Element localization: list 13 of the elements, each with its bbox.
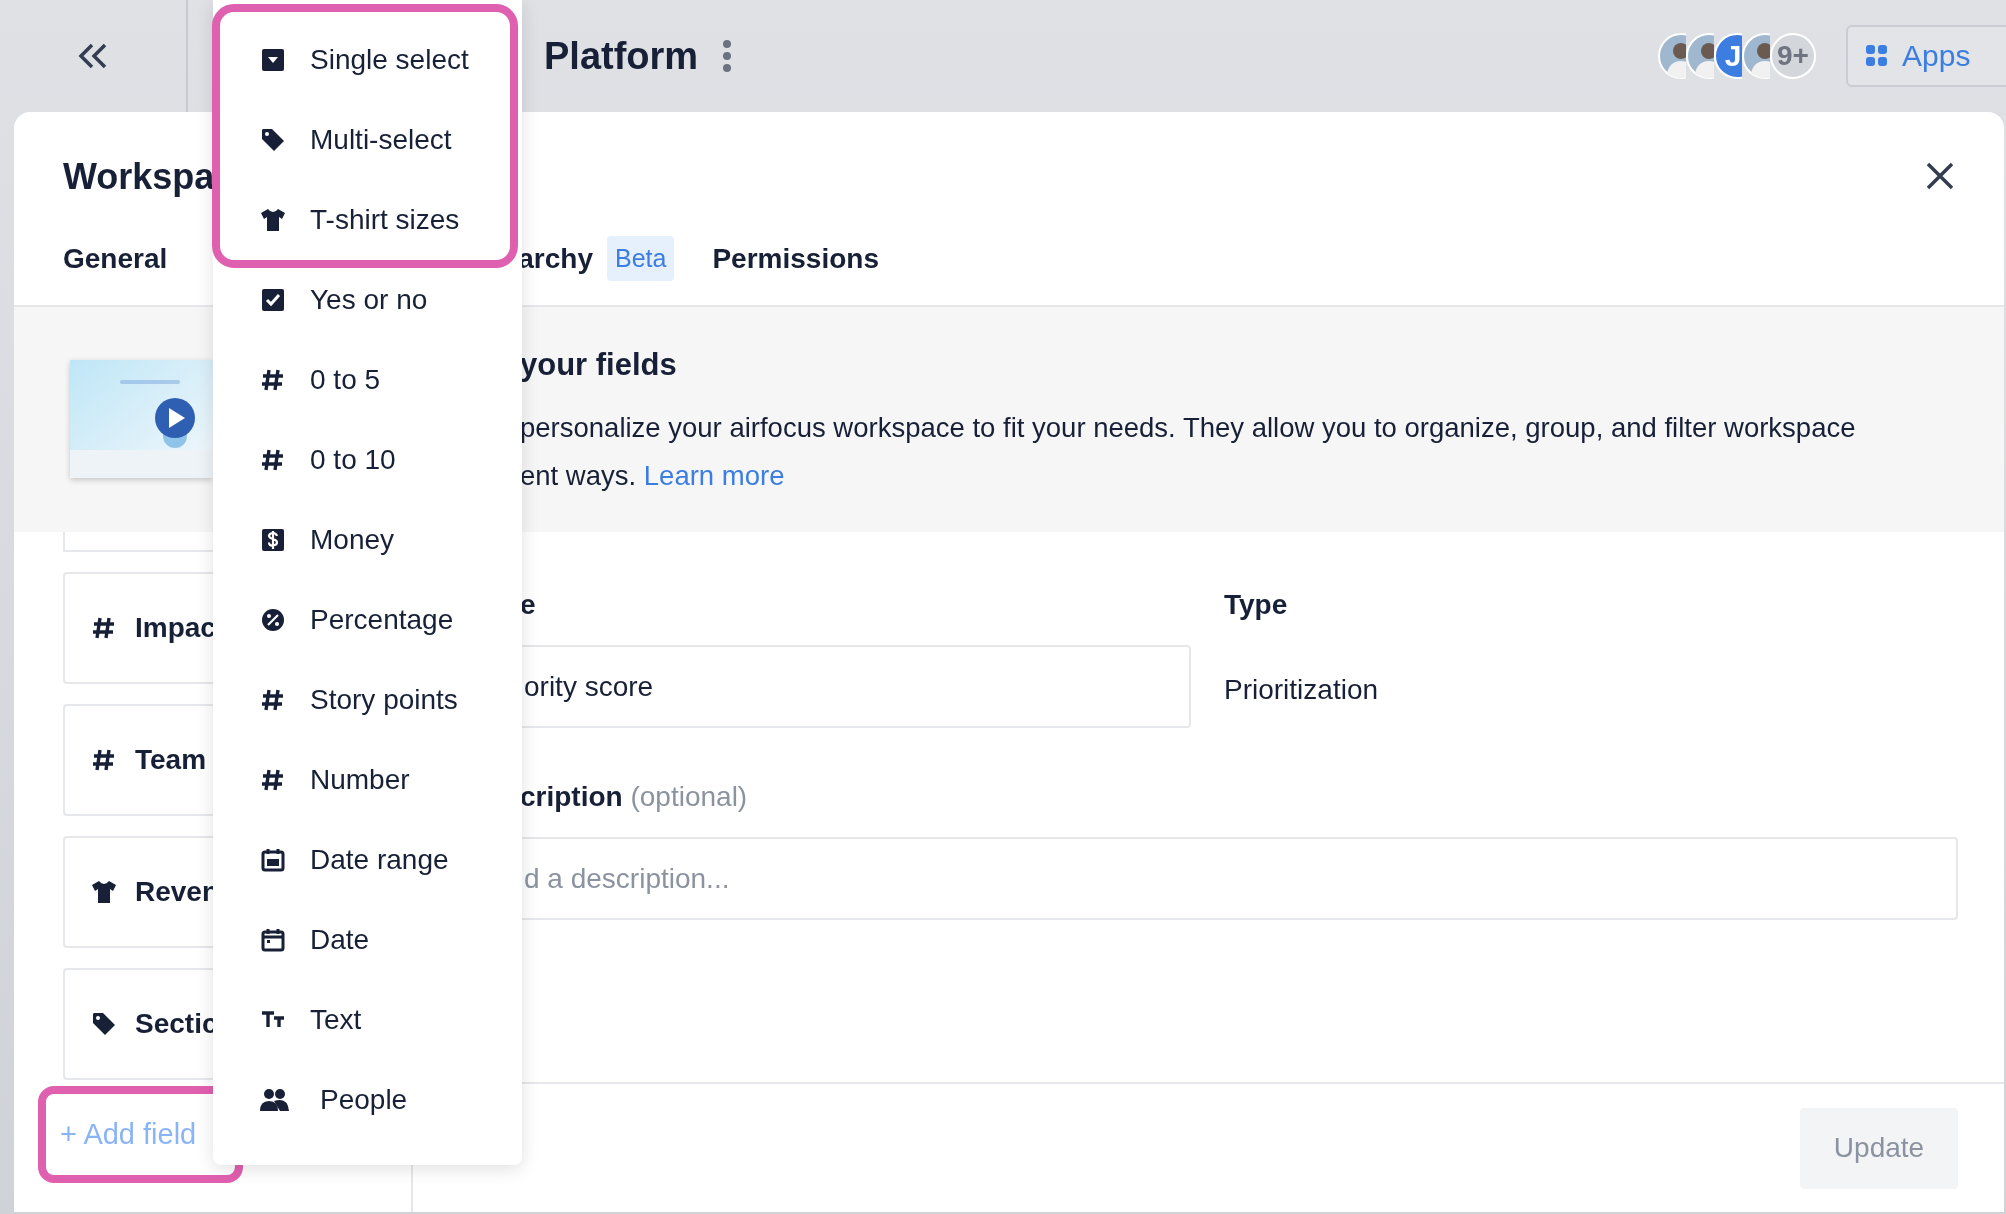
description-text: personalize your airfocus workspace to fit your needs. They allow you to organize, group, and filter workspace [520, 411, 1856, 445]
description-text: ent ways. Learn more [520, 459, 786, 493]
section-heading: your fields [520, 346, 678, 384]
modal-title: Workspa [63, 155, 215, 199]
type-value: Prioritization [1224, 674, 1379, 706]
field-label: Type [1224, 588, 1289, 622]
field-label: e [520, 588, 537, 622]
field-name: Impac [135, 612, 216, 644]
beta-badge: Beta [607, 236, 675, 281]
page-title: Platform [544, 34, 699, 78]
field-name: Sectic [135, 1008, 218, 1040]
field-label: cription (optional) [520, 780, 749, 814]
field-name: Team [135, 744, 207, 776]
